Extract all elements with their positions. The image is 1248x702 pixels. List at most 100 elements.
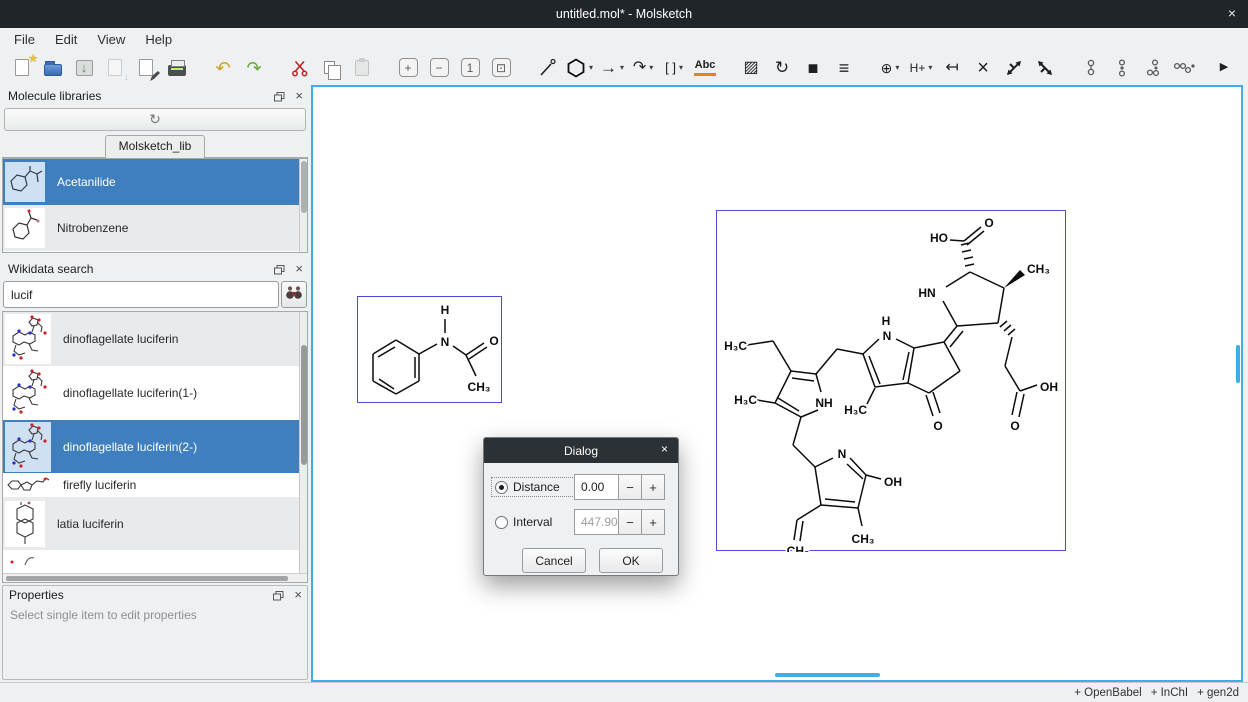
ok-button[interactable]: OK	[599, 548, 663, 573]
wikidata-search-input[interactable]	[3, 281, 279, 308]
rotate-tool-button[interactable]: ↻	[770, 55, 794, 81]
zoom-in-button[interactable]: +	[396, 55, 420, 81]
list-item-dinoflagellate-luciferin-2-[interactable]: dinoflagellate luciferin(2-)	[3, 420, 307, 473]
library-scrollbar[interactable]	[299, 159, 307, 252]
binoculars-icon	[285, 285, 303, 305]
add-hydrogen-dropdown-icon[interactable]: ▾	[928, 63, 932, 72]
distance-increment-button[interactable]: +	[642, 474, 665, 500]
save-file-icon: ↓	[81, 61, 88, 74]
distance-radio-group[interactable]: Distance	[492, 478, 574, 496]
distance-radio[interactable]	[495, 481, 508, 494]
bracket-tool-button[interactable]: [ ]▾	[662, 55, 686, 81]
cancel-button[interactable]: Cancel	[522, 548, 586, 573]
interval-increment-button[interactable]: +	[642, 509, 665, 535]
hatch-tool-button[interactable]: ▨	[739, 55, 763, 81]
charge-tool-button[interactable]: ⊕▾	[878, 55, 902, 81]
interval-decrement-button[interactable]: −	[619, 509, 642, 535]
list-item[interactable]	[3, 550, 307, 570]
menu-view[interactable]: View	[87, 30, 135, 49]
menu-file[interactable]: File	[4, 30, 45, 49]
panel-close-icon[interactable]: ×	[294, 588, 302, 601]
zoom-out-button[interactable]: −	[427, 55, 451, 81]
panel-float-icon[interactable]	[274, 91, 285, 105]
print-button[interactable]	[165, 55, 189, 81]
copy-button[interactable]	[319, 55, 343, 81]
list-item-nitrobenzene[interactable]: Nitrobenzene	[3, 205, 307, 251]
line-width-button[interactable]: ≡	[832, 55, 856, 81]
flip-horizontal-button[interactable]	[1002, 55, 1026, 81]
bracket-tool-dropdown-icon[interactable]: ▾	[679, 63, 683, 72]
dialog-titlebar[interactable]: Dialog ×	[484, 438, 678, 463]
list-item-firefly-luciferin[interactable]: firefly luciferin	[3, 473, 307, 497]
reaction-arrow-button[interactable]: →▾	[600, 55, 624, 81]
panel-float-icon[interactable]	[274, 264, 285, 278]
reaction-arrow-dropdown-icon[interactable]: ▾	[620, 63, 624, 72]
toolbar-overflow-button[interactable]: ▶	[1212, 55, 1236, 81]
menu-help[interactable]: Help	[135, 30, 182, 49]
atom-label: N	[441, 335, 450, 349]
chain-tool-1-button[interactable]	[1079, 55, 1103, 81]
library-refresh-button[interactable]: ↻	[4, 108, 306, 131]
interval-radio[interactable]	[495, 516, 508, 529]
save-file-button[interactable]: ↓	[72, 55, 96, 81]
draw-ring-button[interactable]: ▾	[566, 55, 593, 81]
panel-close-icon[interactable]: ×	[295, 89, 303, 102]
distance-decrement-button[interactable]: −	[619, 474, 642, 500]
redo-icon: ↷	[246, 59, 261, 77]
zoom-original-button[interactable]: 1	[458, 55, 482, 81]
panel-float-icon[interactable]	[273, 590, 284, 604]
chain-tool-3-button[interactable]	[1141, 55, 1165, 81]
cut-icon	[291, 59, 309, 77]
charge-tool-dropdown-icon[interactable]: ▾	[895, 63, 899, 72]
window-titlebar: untitled.mol* - Molsketch ×	[0, 0, 1248, 28]
chain-tool-4-button[interactable]	[1172, 55, 1196, 81]
list-item-dinoflagellate-luciferin-1-[interactable]: dinoflagellate luciferin(1-)	[3, 366, 307, 420]
redo-button[interactable]: ↷	[242, 55, 266, 81]
color-picker-button[interactable]: ■	[801, 55, 825, 81]
distance-input[interactable]: 0.00	[574, 474, 619, 500]
tab-molsketch-lib[interactable]: Molsketch_lib	[105, 135, 206, 158]
mechanism-arrow-icon: ↷	[633, 60, 646, 76]
library-scrollbar-thumb[interactable]	[301, 161, 307, 213]
canvas-hscrollbar-thumb[interactable]	[775, 673, 880, 677]
text-tool-button[interactable]: Abc	[693, 55, 717, 81]
library-list: AcetanilideNitrobenzene	[2, 158, 308, 253]
molecule-acetanilide[interactable]: HNOCH₃	[357, 296, 502, 403]
undo-button[interactable]: ↶	[211, 55, 235, 81]
atom-label: H₃C	[724, 339, 747, 353]
window-close-icon[interactable]: ×	[1228, 6, 1236, 20]
add-hydrogen-button[interactable]: H+▾	[909, 55, 933, 81]
list-item-latia-luciferin[interactable]: latia luciferin	[3, 497, 307, 550]
results-vscrollbar-thumb[interactable]	[301, 345, 307, 465]
chain-tool-3-icon	[1145, 58, 1161, 78]
canvas-vscrollbar-thumb[interactable]	[1236, 345, 1240, 383]
draw-bond-button[interactable]	[535, 55, 559, 81]
zoom-fit-button[interactable]: ⊡	[489, 55, 513, 81]
remove-hydrogen-button[interactable]: ↤	[940, 55, 964, 81]
interval-radio-group[interactable]: Interval	[492, 513, 574, 531]
new-file-button[interactable]: ★	[10, 55, 34, 81]
wikidata-search-title: Wikidata search	[8, 262, 93, 276]
menu-edit[interactable]: Edit	[45, 30, 87, 49]
list-item-dinoflagellate-luciferin[interactable]: dinoflagellate luciferin	[3, 312, 307, 366]
mechanism-arrow-button[interactable]: ↷▾	[631, 55, 655, 81]
results-hscrollbar[interactable]	[3, 573, 307, 582]
wikidata-search-button[interactable]	[281, 281, 307, 308]
molecule-dinoflagellate-luciferin[interactable]: HOOCH₃HNHNH₃CH₃CNHH₃COOHONOHCH₃CH₂	[716, 210, 1066, 551]
export-document-button[interactable]	[134, 55, 158, 81]
panel-close-icon[interactable]: ×	[295, 262, 303, 275]
draw-ring-dropdown-icon[interactable]: ▾	[589, 63, 593, 72]
delete-tool-button[interactable]: ×	[971, 55, 995, 81]
open-file-button[interactable]	[41, 55, 65, 81]
save-as-button[interactable]: ↓	[103, 55, 127, 81]
flip-vertical-button[interactable]	[1033, 55, 1057, 81]
list-item-acetanilide[interactable]: Acetanilide	[3, 159, 307, 205]
cut-button[interactable]	[288, 55, 312, 81]
dialog-close-icon[interactable]: ×	[661, 443, 668, 455]
chain-tool-2-button[interactable]	[1110, 55, 1134, 81]
mechanism-arrow-dropdown-icon[interactable]: ▾	[649, 63, 653, 72]
interval-input[interactable]: 447.90	[574, 509, 619, 535]
paste-button[interactable]	[350, 55, 374, 81]
results-hscrollbar-thumb[interactable]	[6, 576, 288, 581]
results-vscrollbar[interactable]	[299, 312, 307, 582]
